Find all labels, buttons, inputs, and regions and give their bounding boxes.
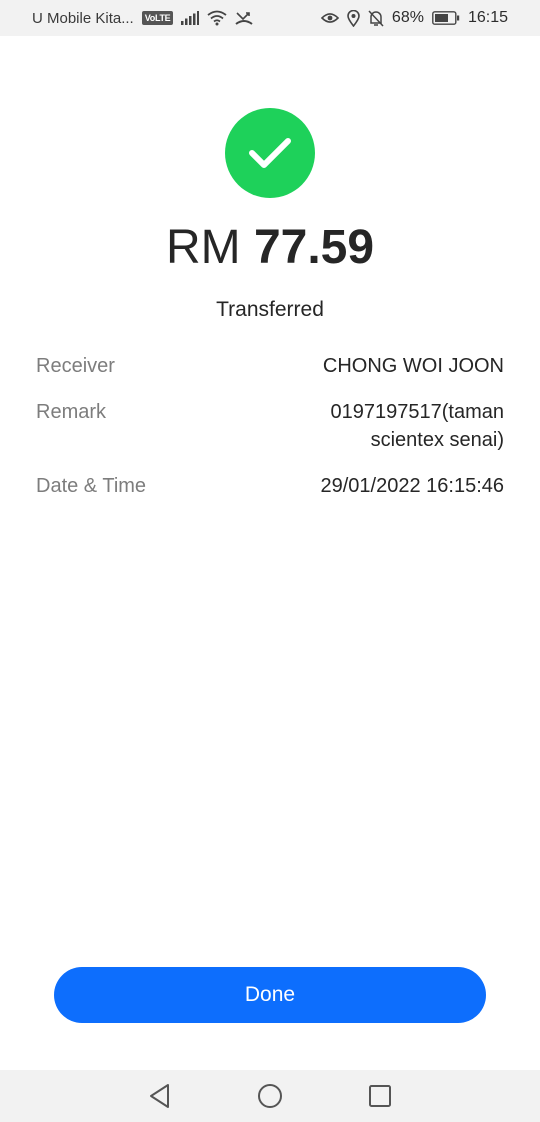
check-icon [249,138,291,168]
carrier-name: U Mobile Kita... [32,9,134,27]
status-bar-right: 68% 16:15 [320,9,508,27]
status-bar: U Mobile Kita... VoLTE 68% 16:15 [0,0,540,36]
detail-row-receiver: Receiver CHONG WOI JOON [36,352,504,380]
check-circle-icon [225,108,315,198]
transfer-receipt-screen: U Mobile Kita... VoLTE 68% 16:15 RM 77.5… [0,0,540,1122]
back-icon[interactable] [144,1080,176,1112]
signal-icon [181,11,200,25]
battery-icon [432,11,460,25]
status-bar-left: U Mobile Kita... VoLTE [32,10,253,27]
datetime-value: 29/01/2022 16:15:46 [320,475,504,497]
transfer-status: Transferred [216,298,324,321]
clock: 16:15 [467,9,508,26]
amount-value: 77.59 [253,221,375,274]
wifi-icon [207,10,227,26]
home-icon[interactable] [254,1080,286,1112]
remark-label: Remark [36,401,107,423]
done-button[interactable]: Done [54,967,486,1023]
recents-icon[interactable] [364,1080,396,1112]
datetime-label: Date & Time [36,475,147,497]
receiver-value: CHONG WOI JOON [322,355,504,377]
receiver-label: Receiver [36,355,115,377]
bell-off-icon [368,9,384,27]
eye-icon [320,12,339,24]
detail-row-datetime: Date & Time 29/01/2022 16:15:46 [36,472,504,500]
volte-badge: VoLTE [141,11,174,25]
transfer-details: Receiver CHONG WOI JOON Remark 019719751… [36,352,504,518]
location-icon [347,9,360,27]
system-nav-bar [0,1070,540,1122]
remark-value: 0197197517(taman scientex senai) [330,401,504,451]
transfer-amount: RM 77.59 [0,218,540,278]
missed-call-icon [235,10,253,26]
battery-percent: 68% [391,9,424,26]
detail-row-remark: Remark 0197197517(taman scientex senai) [36,398,504,454]
currency-label: RM [165,221,241,274]
